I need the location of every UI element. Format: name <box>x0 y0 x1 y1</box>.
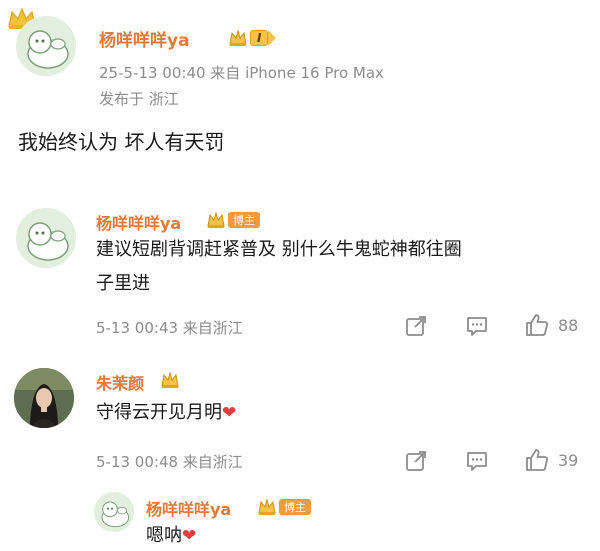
comment-author-name[interactable]: 杨咩咩咩ya <box>96 210 181 234</box>
vip-crown-icon <box>229 29 247 46</box>
vip-crown-icon <box>161 371 179 388</box>
share-icon <box>406 451 426 471</box>
like-count: 88 <box>558 315 579 335</box>
comment-text: 守得云开见月明❤ <box>96 397 236 429</box>
comment-button[interactable] <box>465 449 489 473</box>
post-header: 杨咩咩咩ya I 25-5-13 00:40 来自 iPhone 16 Pro … <box>0 0 600 180</box>
comment-meta: 5-13 00:43 来自浙江 <box>96 319 243 337</box>
comment-meta: 5-13 00:48 来自浙江 <box>96 453 243 471</box>
comment-item: 朱茉颜 守得云开见月明❤ 5-13 00:48 来自浙江 39 <box>0 366 600 486</box>
reply-item: 杨咩咩咩ya 博主 嗯呐❤ <box>0 488 600 551</box>
like-count: 39 <box>558 450 579 470</box>
comment-text-line2: 子里进 <box>96 273 150 294</box>
heart-icon: ❤ <box>182 526 197 546</box>
comment-text-content: 守得云开见月明 <box>96 402 222 423</box>
avatar[interactable] <box>94 492 134 532</box>
comment-item: 杨咩咩咩ya 博主 建议短剧背调赶紧普及 别什么牛鬼蛇神都往圈 子里进 5-13… <box>0 196 600 346</box>
blogger-label: 博主 <box>228 212 260 228</box>
post-text: 我始终认为 坏人有天罚 <box>18 130 225 154</box>
comment-icon <box>467 452 487 471</box>
post-meta: 25-5-13 00:40 来自 iPhone 16 Pro Max <box>99 64 384 82</box>
comment-button[interactable] <box>465 314 489 338</box>
level-label: I <box>250 30 269 46</box>
vip-crown-icon <box>207 211 225 228</box>
post-location: 发布于 浙江 <box>99 90 179 108</box>
post-author-name[interactable]: 杨咩咩咩ya <box>99 26 190 51</box>
blogger-badge: 博主 <box>206 211 260 229</box>
avatar[interactable] <box>14 368 74 428</box>
level-arrow-icon <box>268 30 277 46</box>
vip-crown-icon <box>258 498 276 515</box>
comment-author-name[interactable]: 朱茉颜 <box>96 370 144 394</box>
reply-text: 嗯呐❤ <box>146 520 196 551</box>
heart-icon: ❤ <box>222 403 237 423</box>
reply-author-name[interactable]: 杨咩咩咩ya <box>146 496 231 520</box>
avatar[interactable] <box>16 208 76 268</box>
comment-icon <box>467 317 487 336</box>
like-button[interactable]: 88 <box>524 312 578 338</box>
vip-level-badge[interactable]: I <box>228 29 277 47</box>
avatar[interactable] <box>16 16 76 76</box>
share-icon <box>406 316 426 336</box>
blogger-label: 博主 <box>279 499 311 515</box>
reply-text-content: 嗯呐 <box>146 525 182 546</box>
like-icon <box>526 314 549 336</box>
like-button[interactable]: 39 <box>524 447 578 473</box>
blogger-badge: 博主 <box>257 498 311 516</box>
share-button[interactable] <box>404 314 428 338</box>
comment-text-line1: 建议短剧背调赶紧普及 别什么牛鬼蛇神都往圈 <box>96 239 462 260</box>
like-icon <box>526 449 549 471</box>
share-button[interactable] <box>404 449 428 473</box>
